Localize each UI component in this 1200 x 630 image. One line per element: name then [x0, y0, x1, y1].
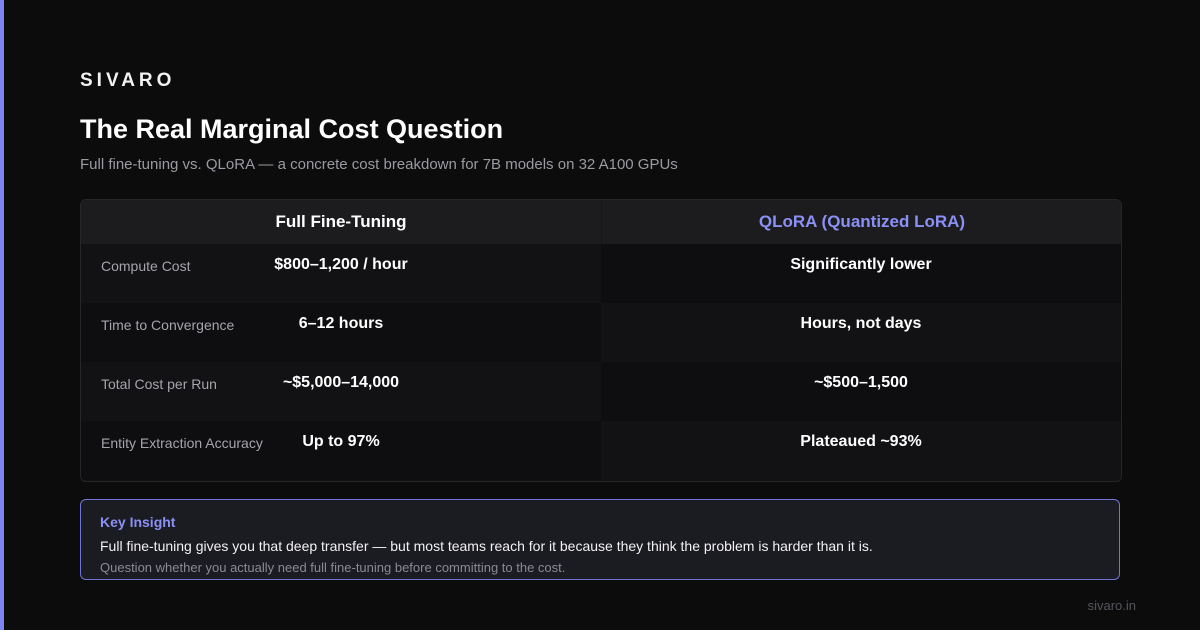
brand-logo: SIVARO [80, 70, 176, 91]
table-cell-full: Entity Extraction Accuracy Up to 97% [81, 421, 601, 480]
accent-bar [0, 0, 4, 630]
row-label: Entity Extraction Accuracy [101, 435, 263, 451]
header-full-fine-tuning: Full Fine-Tuning [275, 212, 407, 231]
table-cell-qlora: Plateaued ~93% [601, 421, 1121, 480]
table-row: Total Cost per Run ~$5,000–14,000 ~$500–… [81, 362, 1121, 421]
table-cell-qlora: ~$500–1,500 [601, 362, 1121, 421]
row-label: Compute Cost [101, 258, 191, 274]
row-label: Time to Convergence [101, 317, 235, 333]
page-title: The Real Marginal Cost Question [80, 114, 504, 144]
table-row: Entity Extraction Accuracy Up to 97% Pla… [81, 421, 1121, 480]
table-cell-full: Time to Convergence 6–12 hours [81, 303, 601, 362]
qlora-value: Hours, not days [800, 315, 922, 332]
table-cell-qlora: Hours, not days [601, 303, 1121, 362]
table-cell-full: Total Cost per Run ~$5,000–14,000 [81, 362, 601, 421]
insight-note: Question whether you actually need full … [100, 560, 566, 575]
insight-text: Full fine-tuning gives you that deep tra… [100, 538, 873, 554]
header-qlora: QLoRA (Quantized LoRA) [601, 200, 1121, 244]
table-cell-full: Compute Cost $800–1,200 / hour [81, 244, 601, 303]
full-fine-tuning-value: $800–1,200 / hour [274, 256, 408, 273]
comparison-table: Full Fine-Tuning QLoRA (Quantized LoRA) … [80, 199, 1122, 482]
qlora-value: Significantly lower [790, 256, 932, 273]
table-row: Compute Cost $800–1,200 / hour Significa… [81, 244, 1121, 303]
page-subtitle: Full fine-tuning vs. QLoRA — a concrete … [80, 156, 678, 173]
row-label: Total Cost per Run [101, 376, 217, 392]
qlora-value: ~$500–1,500 [814, 374, 908, 391]
table-cell-qlora: Significantly lower [601, 244, 1121, 303]
qlora-value: Plateaued ~93% [800, 433, 922, 450]
footer-domain: sivaro.in [1087, 598, 1136, 613]
table-row: Time to Convergence 6–12 hours Hours, no… [81, 303, 1121, 362]
full-fine-tuning-value: Up to 97% [302, 433, 380, 450]
full-fine-tuning-value: ~$5,000–14,000 [282, 374, 400, 391]
table-header: Full Fine-Tuning QLoRA (Quantized LoRA) [81, 200, 1121, 245]
full-fine-tuning-value: 6–12 hours [298, 315, 384, 332]
key-insight-callout: Key Insight Full fine-tuning gives you t… [80, 499, 1120, 580]
insight-title: Key Insight [100, 514, 176, 530]
